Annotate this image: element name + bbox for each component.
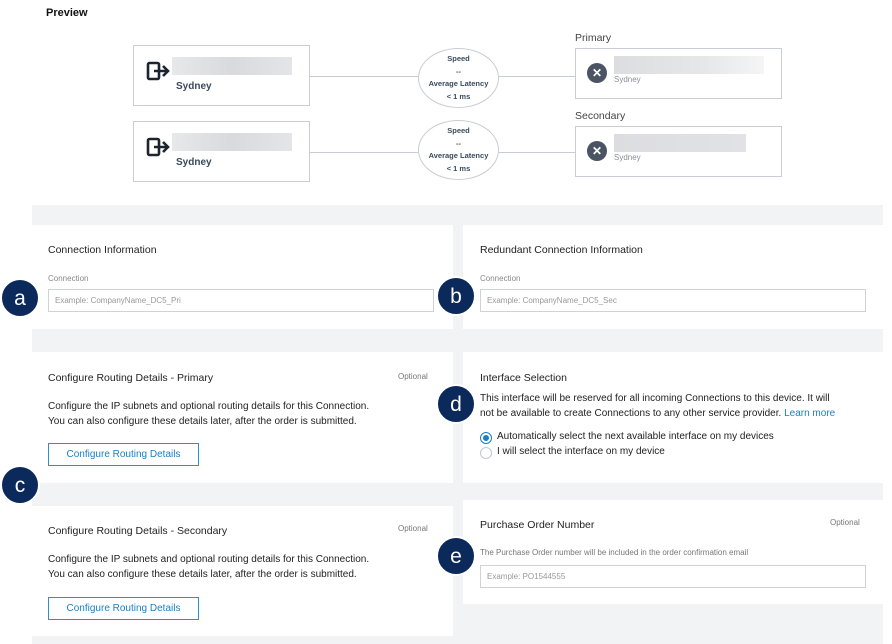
latency-value: < 1 ms xyxy=(446,163,471,173)
speed-latency-badge: Speed -- Average Latency < 1 ms xyxy=(418,48,499,108)
dest-city: Sydney xyxy=(614,153,641,162)
description-line: You can also configure these details lat… xyxy=(48,416,357,427)
purchase-order-input[interactable] xyxy=(480,565,866,588)
port-exit-icon xyxy=(146,137,170,157)
field-label: Connection xyxy=(48,274,89,283)
source-port-box-secondary: Sydney xyxy=(133,121,310,182)
dest-name-redacted xyxy=(614,56,764,74)
card-title: Connection Information xyxy=(48,244,157,256)
speed-value: -- xyxy=(456,66,461,76)
callout-d: d xyxy=(436,384,476,424)
interface-description: This interface will be reserved for all … xyxy=(480,391,835,421)
latency-label: Average Latency xyxy=(428,79,489,88)
routing-description: Configure the IP subnets and optional ro… xyxy=(48,552,369,582)
provider-x-icon: ✕ xyxy=(587,63,607,83)
speed-latency-badge: Speed -- Average Latency < 1 ms xyxy=(418,120,499,180)
latency-value: < 1 ms xyxy=(446,91,471,101)
description-line: Configure the IP subnets and optional ro… xyxy=(48,554,370,565)
optional-tag: Optional xyxy=(398,524,428,533)
routing-secondary-card: Configure Routing Details - Secondary Op… xyxy=(32,506,453,636)
configure-routing-secondary-button[interactable]: Configure Routing Details xyxy=(48,597,199,620)
radio-manual-interface[interactable] xyxy=(480,447,492,459)
redundant-connection-info-card: Redundant Connection Information Connect… xyxy=(463,225,883,329)
dest-label-primary: Primary xyxy=(575,32,612,44)
interface-selection-card: Interface Selection This interface will … xyxy=(463,352,883,483)
speed-value: -- xyxy=(456,138,461,148)
learn-more-link[interactable]: Learn more xyxy=(784,408,835,419)
speed-label: Speed xyxy=(447,126,470,135)
latency-label: Average Latency xyxy=(428,151,489,160)
connection-name-input[interactable] xyxy=(48,289,434,312)
optional-tag: Optional xyxy=(830,518,860,527)
card-title: Redundant Connection Information xyxy=(480,244,643,256)
description-line: You can also configure these details lat… xyxy=(48,569,357,580)
description-line: not be available to create Connections t… xyxy=(480,408,782,419)
callout-c: c xyxy=(0,465,40,505)
link-line xyxy=(310,152,418,153)
source-name-redacted xyxy=(172,133,292,151)
card-title: Interface Selection xyxy=(480,372,567,384)
configure-routing-primary-button[interactable]: Configure Routing Details xyxy=(48,443,199,466)
routing-description: Configure the IP subnets and optional ro… xyxy=(48,399,369,429)
speed-label: Speed xyxy=(447,54,470,63)
connection-info-card: Connection Information Connection xyxy=(32,225,453,329)
dest-provider-box-secondary: ✕ Sydney xyxy=(575,126,782,177)
link-line xyxy=(499,76,575,77)
callout-e: e xyxy=(436,536,476,576)
description-line: This interface will be reserved for all … xyxy=(480,393,830,404)
callout-b: b xyxy=(436,276,476,316)
card-title: Purchase Order Number xyxy=(480,519,595,531)
purchase-order-card: Purchase Order Number Optional The Purch… xyxy=(463,500,883,604)
dest-provider-box-primary: ✕ Sydney xyxy=(575,48,782,99)
card-title: Configure Routing Details - Secondary xyxy=(48,525,228,537)
source-name-redacted xyxy=(172,57,292,75)
source-city: Sydney xyxy=(176,81,212,92)
redundant-connection-name-input[interactable] xyxy=(480,289,866,312)
link-line xyxy=(499,152,575,153)
description-line: Configure the IP subnets and optional ro… xyxy=(48,401,370,412)
preview-panel: Preview Sydney Speed -- Average Latency … xyxy=(32,0,883,205)
link-line xyxy=(310,76,418,77)
po-description: The Purchase Order number will be includ… xyxy=(480,548,749,557)
radio-auto-interface[interactable] xyxy=(480,432,492,444)
preview-title: Preview xyxy=(46,7,88,19)
radio-auto-label[interactable]: Automatically select the next available … xyxy=(497,431,774,442)
dest-city: Sydney xyxy=(614,75,641,84)
card-title: Configure Routing Details - Primary xyxy=(48,372,214,384)
radio-manual-label[interactable]: I will select the interface on my device xyxy=(497,446,665,457)
port-exit-icon xyxy=(146,61,170,81)
dest-label-secondary: Secondary xyxy=(575,110,626,122)
source-city: Sydney xyxy=(176,157,212,168)
field-label: Connection xyxy=(480,274,521,283)
provider-x-icon: ✕ xyxy=(587,141,607,161)
callout-a: a xyxy=(0,278,40,318)
routing-primary-card: Configure Routing Details - Primary Opti… xyxy=(32,352,453,483)
source-port-box-primary: Sydney xyxy=(133,45,310,106)
optional-tag: Optional xyxy=(398,372,428,381)
dest-name-redacted xyxy=(614,134,746,152)
